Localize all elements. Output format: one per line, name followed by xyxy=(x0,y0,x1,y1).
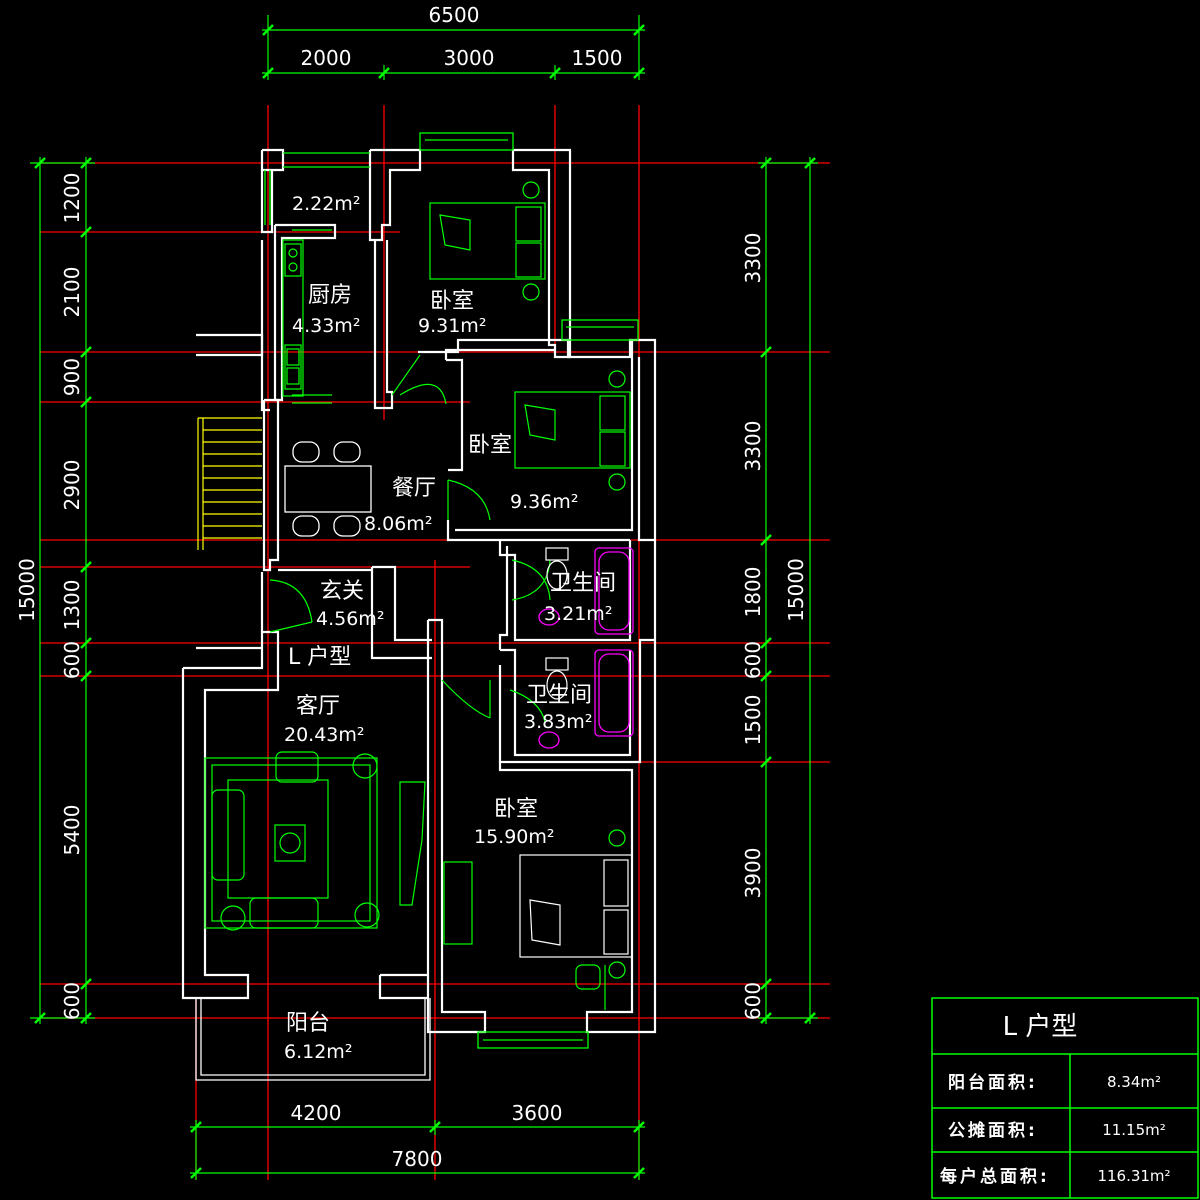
dim-left-seg: 2900 xyxy=(60,460,84,511)
dim-left-seg: 5400 xyxy=(60,805,84,856)
dim-left-seg: 600 xyxy=(60,982,84,1020)
table-title: L 户型 xyxy=(1003,1012,1078,1042)
dim-right-total: 15000 xyxy=(784,558,808,622)
bedroom-mid-name: 卧室 xyxy=(468,433,512,458)
dining-table xyxy=(284,441,372,537)
balcony-name: 阳台 xyxy=(286,1011,330,1036)
dim-right-seg: 3300 xyxy=(741,233,765,284)
master-bed xyxy=(443,829,633,1010)
dim-right-seg: 600 xyxy=(741,982,765,1020)
stair xyxy=(197,417,262,550)
axis-grid xyxy=(40,105,830,1180)
type-label: L 户型 xyxy=(288,645,351,670)
kitchen-name: 厨房 xyxy=(308,283,352,308)
table-row-value: 8.34m² xyxy=(1107,1073,1161,1091)
kitchen-area: 4.33m² xyxy=(292,315,360,337)
dim-bottom-seg: 3600 xyxy=(512,1101,563,1125)
dim-top-seg: 3000 xyxy=(444,46,495,70)
dim-top-seg: 2000 xyxy=(301,46,352,70)
dim-top-seg: 1500 xyxy=(572,46,623,70)
living-name: 客厅 xyxy=(296,694,340,719)
dimension-labels: 6500 2000 3000 1500 4200 3600 7800 15000… xyxy=(15,3,808,1171)
bedroom-top-name: 卧室 xyxy=(430,289,474,314)
bath2-name: 卫生间 xyxy=(526,683,592,708)
dim-right-seg: 1500 xyxy=(741,695,765,746)
dim-right-seg: 3300 xyxy=(741,421,765,472)
bedroom-mid-area: 9.36m² xyxy=(510,491,578,513)
foyer-name: 玄关 xyxy=(320,579,364,604)
dim-right-seg: 600 xyxy=(741,641,765,679)
dim-left-seg: 1200 xyxy=(60,173,84,224)
living-area: 20.43m² xyxy=(284,724,365,746)
table-row-value: 116.31m² xyxy=(1097,1167,1170,1185)
living-furniture xyxy=(204,751,426,931)
table-row-value: 11.15m² xyxy=(1102,1121,1166,1139)
dim-left-total: 15000 xyxy=(15,558,39,622)
table-row-label: 阳台面积: xyxy=(948,1072,1038,1093)
balcony-area: 6.12m² xyxy=(284,1041,352,1063)
balcony-top-area: 2.22m² xyxy=(292,193,360,215)
dining-area: 8.06m² xyxy=(364,513,432,535)
dim-right-seg: 1800 xyxy=(741,567,765,618)
dim-left-seg: 600 xyxy=(60,641,84,679)
bath1-area: 3.21m² xyxy=(544,603,612,625)
dim-top-total: 6500 xyxy=(429,3,480,27)
bath2-area: 3.83m² xyxy=(524,711,592,733)
foyer-area: 4.56m² xyxy=(316,608,384,630)
dim-bottom-total: 7800 xyxy=(392,1147,443,1171)
master-bedroom-area: 15.90m² xyxy=(474,826,555,848)
table-row-label: 公摊面积: xyxy=(948,1120,1038,1141)
dim-left-seg: 2100 xyxy=(60,267,84,318)
bedroom-top-area: 9.31m² xyxy=(418,315,486,337)
dim-right-seg: 3900 xyxy=(741,848,765,899)
room-labels: 2.22m² 厨房 4.33m² 卧室 9.31m² 卧室 9.36m² 餐厅 … xyxy=(284,193,616,1063)
table-row-label: 每户总面积: xyxy=(940,1166,1050,1187)
dimension-lines xyxy=(30,15,818,1180)
summary-table: L 户型 阳台面积: 8.34m² 公摊面积: 11.15m² 每户总面积: 1… xyxy=(931,997,1199,1199)
dim-left-seg: 900 xyxy=(60,358,84,396)
bath1-name: 卫生间 xyxy=(550,571,616,596)
dining-name: 餐厅 xyxy=(392,476,436,501)
floor-plan-drawing: 6500 2000 3000 1500 4200 3600 7800 15000… xyxy=(15,3,1199,1199)
master-bedroom-name: 卧室 xyxy=(494,797,538,822)
dim-bottom-seg: 4200 xyxy=(291,1101,342,1125)
dim-left-seg: 1300 xyxy=(60,580,84,631)
